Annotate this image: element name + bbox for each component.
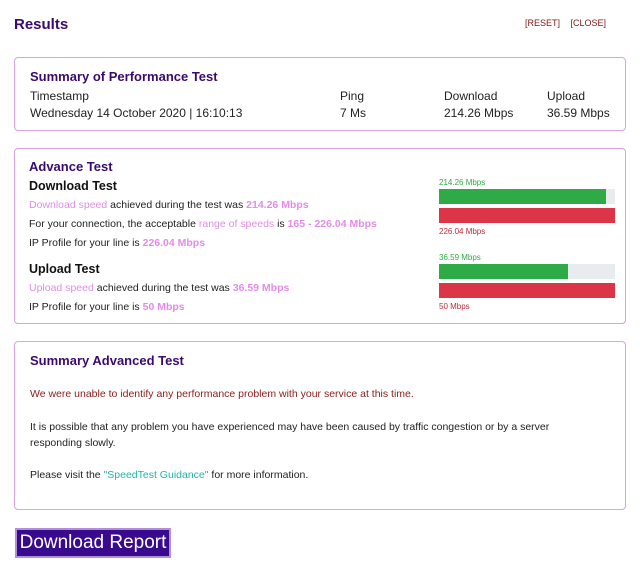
results-header: Results [RESET] [CLOSE] [14, 14, 626, 34]
advanced-summary-title: Summary Advanced Test [30, 353, 184, 368]
download-value: 214.26 Mbps [444, 106, 514, 120]
upload-profile-bar [439, 283, 615, 298]
ping-label: Ping [340, 89, 365, 103]
download-profile-label: 226.04 Mbps [439, 227, 486, 236]
download-profile-bar [439, 208, 615, 223]
timestamp-value: Wednesday 14 October 2020 | 16:10:13 [30, 106, 243, 120]
download-achieved-bar [439, 189, 615, 204]
reset-link[interactable]: [RESET] [525, 18, 560, 28]
header-links: [RESET] [CLOSE] [517, 18, 606, 28]
guidance-pre: Please visit the [30, 469, 104, 481]
upload-label: Upload [547, 89, 586, 103]
acceptable-range-pre: For your connection, the acceptable [29, 218, 199, 230]
range-of-speeds-link[interactable]: range of speeds [199, 218, 274, 230]
guidance-post: for more information. [208, 469, 309, 481]
download-test-heading: Download Test [29, 179, 117, 193]
download-ip-profile-line: IP Profile for your line is 226.04 Mbps [29, 237, 205, 249]
performance-summary-title: Summary of Performance Test [30, 69, 218, 84]
download-speed-term: Download speed [29, 199, 108, 211]
ping-value: 7 Ms [340, 106, 367, 120]
download-ip-profile-pre: IP Profile for your line is [29, 237, 143, 249]
acceptable-range-value: 165 - 226.04 Mbps [287, 218, 377, 230]
close-link[interactable]: [CLOSE] [570, 18, 606, 28]
upload-achieved-fill [439, 264, 568, 279]
download-achieved-fill [439, 189, 606, 204]
speedtest-guidance-link[interactable]: "SpeedTest Guidance" [104, 469, 209, 481]
upload-speed-value: 36.59 Mbps [232, 282, 290, 294]
download-achieved-label: 214.26 Mbps [439, 178, 486, 187]
upload-speed-line: Upload speed achieved during the test wa… [29, 282, 289, 294]
upload-achieved-bar [439, 264, 615, 279]
download-speed-line: Download speed achieved during the test … [29, 199, 309, 211]
no-problem-message: We were unable to identify any performan… [30, 388, 414, 400]
download-report-button[interactable]: Download Report [15, 528, 171, 558]
download-speed-mid: achieved during the test was [107, 199, 247, 211]
upload-value: 36.59 Mbps [547, 106, 610, 120]
timestamp-label: Timestamp [30, 89, 89, 103]
performance-summary-panel: Summary of Performance Test Timestamp We… [14, 57, 626, 131]
download-label: Download [444, 89, 498, 103]
acceptable-range-line: For your connection, the acceptable rang… [29, 218, 377, 230]
download-speed-value: 214.26 Mbps [246, 199, 309, 211]
advance-test-panel: Advance Test Download Test Download spee… [14, 148, 626, 324]
upload-ip-profile-value: 50 Mbps [142, 301, 185, 313]
upload-speed-term: Upload speed [29, 282, 94, 294]
advance-test-title: Advance Test [29, 159, 113, 174]
upload-ip-profile-line: IP Profile for your line is 50 Mbps [29, 301, 185, 313]
upload-test-heading: Upload Test [29, 262, 100, 276]
page-title: Results [14, 16, 69, 33]
upload-achieved-label: 36.59 Mbps [439, 253, 481, 262]
upload-speed-mid: achieved during the test was [93, 282, 233, 294]
advanced-summary-panel: Summary Advanced Test We were unable to … [14, 341, 626, 510]
download-ip-profile-value: 226.04 Mbps [142, 237, 206, 249]
upload-ip-profile-pre: IP Profile for your line is [29, 301, 143, 313]
upload-profile-label: 50 Mbps [439, 302, 470, 311]
acceptable-range-mid: is [274, 218, 288, 230]
guidance-line: Please visit the "SpeedTest Guidance" fo… [30, 467, 600, 483]
congestion-paragraph: It is possible that any problem you have… [30, 421, 550, 449]
